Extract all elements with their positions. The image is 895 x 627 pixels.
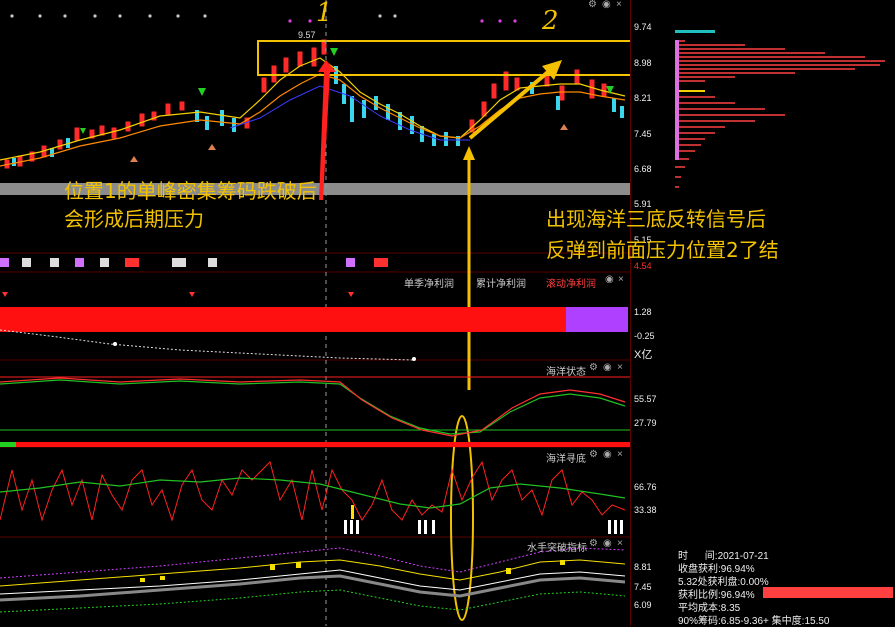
price-tick: 6.68	[634, 164, 652, 174]
tab-single-quarter-profit[interactable]: 单季净利润	[404, 275, 454, 290]
haiyang-state-tick: 27.79	[634, 418, 657, 428]
tab-cumulative-profit[interactable]: 累计净利润	[476, 275, 526, 290]
close-icon[interactable]: ×	[617, 538, 623, 549]
buy-arrows	[80, 48, 614, 162]
settings-icon[interactable]: ⚙	[589, 449, 598, 460]
profit-pane-graphics	[0, 292, 628, 361]
tab-rolling-profit[interactable]: 滚动净利润	[546, 275, 596, 290]
chip-distribution	[675, 30, 885, 188]
close-icon[interactable]: ×	[617, 362, 623, 373]
sailor-tick: 6.09	[634, 600, 652, 610]
annotation-left-line2: 会形成后期压力	[64, 207, 204, 231]
annotation-left-line1: 位置1的单峰密集筹码跌破后	[64, 179, 317, 203]
info-icon[interactable]: ◉	[603, 362, 612, 373]
price-tick: 7.45	[634, 129, 652, 139]
info-icon[interactable]: ◉	[602, 0, 611, 10]
sailor-tick: 7.45	[634, 582, 652, 592]
sailor-title: 水手突破指标	[527, 543, 587, 554]
settings-icon[interactable]: ⚙	[589, 362, 598, 373]
haiyang-bottom-title: 海洋寻底	[546, 454, 586, 465]
price-tick: 8.21	[634, 93, 652, 103]
sailor-tick: 8.81	[634, 562, 652, 572]
haiyang-bottom-graphics	[0, 460, 626, 534]
haiyang-state-title: 海洋状态	[546, 367, 586, 378]
ma-yellow	[0, 57, 626, 161]
price-tick: 9.74	[634, 22, 652, 32]
chart-canvas	[0, 0, 630, 626]
close-icon[interactable]: ×	[617, 449, 623, 460]
profit-tick: -0.25	[634, 331, 655, 341]
event-icon-row	[0, 258, 388, 267]
info-icon[interactable]: ◉	[605, 274, 614, 285]
close-icon[interactable]: ×	[618, 274, 624, 285]
annotation-right-line2: 反弹到前面压力位置2了结	[546, 238, 779, 262]
candlesticks	[4, 39, 624, 169]
red-arrow	[318, 60, 336, 200]
signal-markers-top	[10, 14, 397, 18]
close-icon[interactable]: ×	[616, 0, 622, 10]
haiyang-state-tick: 55.57	[634, 394, 657, 404]
price-tick: 8.98	[634, 58, 652, 68]
marker-2: 2	[542, 6, 559, 36]
chip-concentration: 90%筹码:6.85-9.36+ 集中度:15.50	[678, 616, 830, 627]
sailor-graphics	[0, 547, 626, 613]
info-icon[interactable]: ◉	[603, 449, 612, 460]
settings-icon[interactable]: ⚙	[589, 538, 598, 549]
peak-price-label: 9.57	[298, 30, 316, 40]
profit-tick: 1.28	[634, 307, 652, 317]
marker-1: 1	[316, 0, 333, 28]
haiyang-state-graphics	[0, 376, 630, 447]
profit-unit: X亿	[634, 349, 653, 361]
settings-icon[interactable]: ⚙	[588, 0, 597, 10]
info-icon[interactable]: ◉	[603, 538, 612, 549]
haiyang-bottom-tick: 66.76	[634, 482, 657, 492]
annotation-right-line1: 出现海洋三底反转信号后	[546, 207, 766, 231]
haiyang-bottom-tick: 33.38	[634, 505, 657, 515]
profit-ratio-bar	[763, 587, 893, 598]
